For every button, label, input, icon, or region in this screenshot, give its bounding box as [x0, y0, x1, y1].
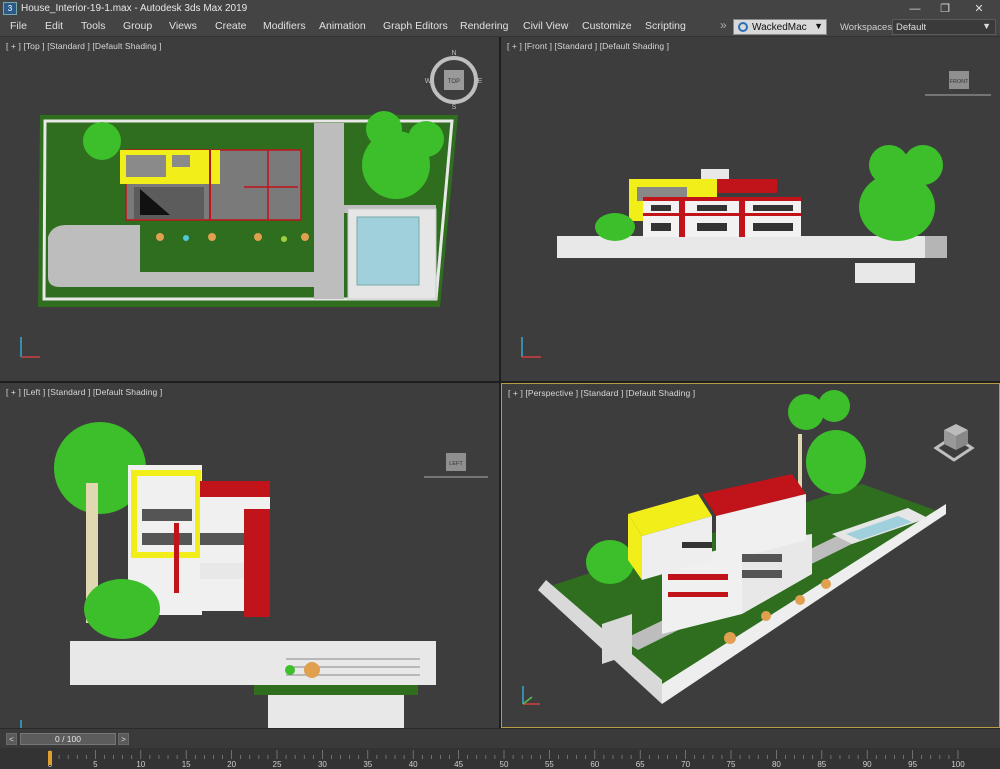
perspective-view-scene [522, 390, 975, 705]
ruler-tick-label: 25 [273, 760, 282, 769]
menu-modifiers[interactable]: Modifiers [263, 20, 306, 32]
ruler-tick-label: 50 [500, 760, 509, 769]
menu-rendering[interactable]: Rendering [460, 20, 508, 32]
restore-button[interactable]: ❐ [928, 0, 962, 17]
menu-scripting[interactable]: Scripting [645, 20, 686, 32]
menu-civil-view[interactable]: Civil View [523, 20, 568, 32]
prev-frame-button[interactable]: < [6, 733, 17, 745]
viewport-perspective[interactable]: [ + ] [Perspective ] [Standard ] [Defaul… [501, 383, 1000, 728]
ruler-tick-label: 100 [951, 760, 965, 769]
app-icon[interactable]: 3 [3, 2, 17, 15]
front-view-scene: FRONT [521, 71, 991, 358]
compass-west: W [425, 78, 432, 85]
ruler-tick-label: 35 [363, 760, 372, 769]
menu-customize[interactable]: Customize [582, 20, 632, 32]
ruler-tick-label: 15 [182, 760, 191, 769]
time-slider[interactable]: 0 / 100 [20, 733, 116, 745]
ruler-tick-label: 20 [227, 760, 236, 769]
chevron-down-icon: ▼ [814, 21, 823, 31]
user-name: WackedMac [752, 21, 807, 33]
menu-animation[interactable]: Animation [319, 20, 366, 32]
compass-north: N [451, 50, 456, 57]
top-view-scene: TOP N E S W [20, 50, 483, 358]
user-icon [738, 22, 748, 32]
ruler-tick-label: 10 [136, 760, 145, 769]
viewport-area: [ + ] [Top ] [Standard ] [Default Shadin… [0, 37, 1000, 728]
ruler-tick-label: 80 [772, 760, 781, 769]
minimize-button[interactable]: — [898, 0, 932, 17]
close-button[interactable]: ✕ [962, 0, 996, 17]
left-view-scene: LEFT [20, 422, 488, 728]
menu-create[interactable]: Create [215, 20, 247, 32]
ruler-tick-label: 70 [681, 760, 690, 769]
ruler-tick-label: 55 [545, 760, 554, 769]
ruler-tick-label: 95 [908, 760, 917, 769]
track-ruler: 0510152025303540455055606570758085909510… [0, 748, 1000, 769]
ruler-tick-label: 45 [454, 760, 463, 769]
workspace-value: Default [896, 22, 927, 33]
menu-graph-editors[interactable]: Graph Editors [383, 20, 448, 32]
viewport-label[interactable]: [ + ] [Left ] [Standard ] [Default Shadi… [6, 387, 162, 397]
compass-east: E [478, 78, 483, 85]
chevron-down-icon: ▼ [982, 21, 991, 31]
ruler-tick-label: 30 [318, 760, 327, 769]
time-slider-bar: < 0 / 100 > [0, 728, 1000, 748]
workspace-select[interactable]: Default ▼ [892, 19, 996, 35]
menu-group[interactable]: Group [123, 20, 152, 32]
menu-file[interactable]: File [10, 20, 27, 32]
user-account-dropdown[interactable]: WackedMac ▼ [733, 19, 827, 35]
title-bar: 3 House_Interior-19-1.max - Autodesk 3ds… [0, 0, 1000, 17]
ruler-tick-label: 60 [590, 760, 599, 769]
ruler-tick-label: 65 [636, 760, 645, 769]
compass-south: S [452, 104, 457, 111]
viewport-top[interactable]: [ + ] [Top ] [Standard ] [Default Shadin… [0, 37, 499, 381]
ruler-tick-label: 75 [727, 760, 736, 769]
viewport-left[interactable]: [ + ] [Left ] [Standard ] [Default Shadi… [0, 383, 499, 728]
viewport-front[interactable]: [ + ] [Front ] [Standard ] [Default Shad… [501, 37, 1000, 381]
next-frame-button[interactable]: > [118, 733, 129, 745]
menu-edit[interactable]: Edit [45, 20, 63, 32]
menu-overflow-icon[interactable]: » [720, 18, 727, 32]
track-bar[interactable]: 0510152025303540455055606570758085909510… [0, 748, 1000, 769]
ruler-tick-label: 90 [863, 760, 872, 769]
viewcube-top-face: TOP [448, 79, 460, 85]
viewcube-front-face: FRONT [950, 79, 970, 85]
window-title: House_Interior-19-1.max - Autodesk 3ds M… [21, 3, 248, 14]
viewport-label[interactable]: [ + ] [Perspective ] [Standard ] [Defaul… [508, 388, 695, 398]
ruler-tick-label: 40 [409, 760, 418, 769]
ruler-tick-label: 85 [817, 760, 826, 769]
viewcube-left-face: LEFT [449, 461, 463, 467]
ruler-tick-label: 5 [93, 760, 98, 769]
workspaces-label: Workspaces: [840, 22, 895, 33]
menu-tools[interactable]: Tools [81, 20, 106, 32]
menu-views[interactable]: Views [169, 20, 197, 32]
viewport-label[interactable]: [ + ] [Top ] [Standard ] [Default Shadin… [6, 41, 162, 51]
viewport-label[interactable]: [ + ] [Front ] [Standard ] [Default Shad… [507, 41, 669, 51]
